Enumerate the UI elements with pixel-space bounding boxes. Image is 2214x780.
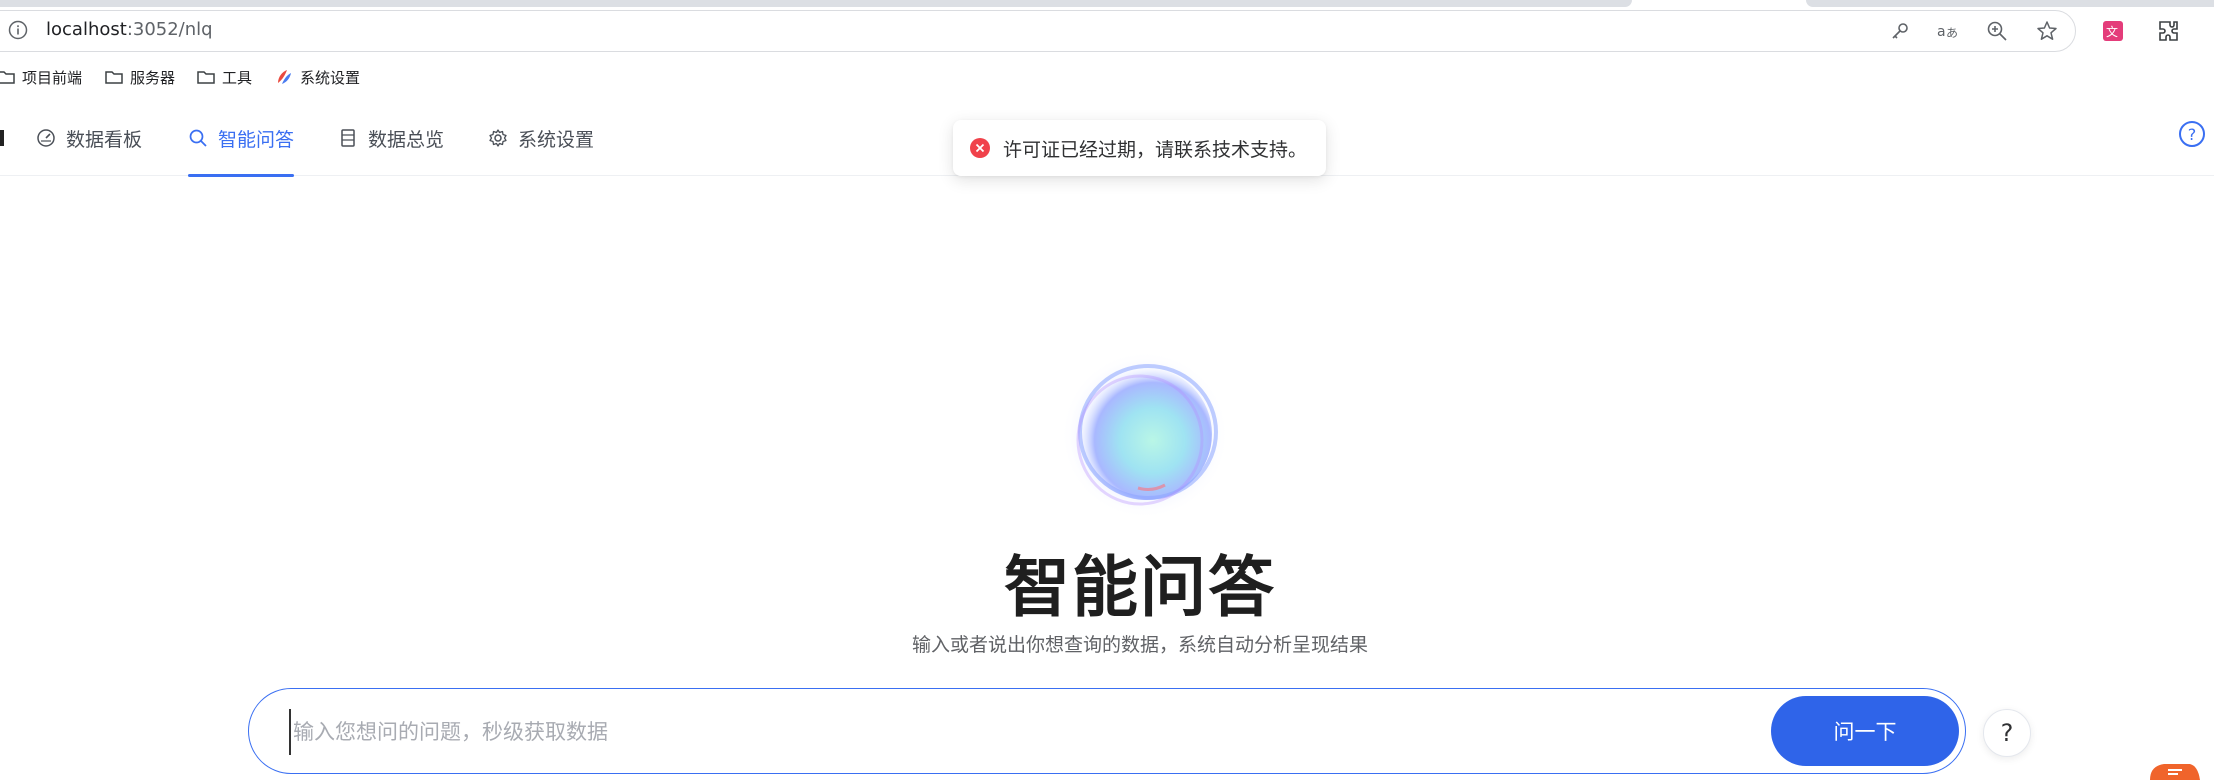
folder-icon — [105, 71, 123, 84]
hero-title: 智能问答 — [1004, 549, 1276, 626]
info-icon[interactable] — [8, 20, 28, 40]
translate-extension-icon[interactable]: 文 — [2101, 19, 2125, 43]
nav-label: 数据看板 — [66, 128, 143, 151]
zoom-icon[interactable] — [1985, 19, 2009, 43]
star-icon[interactable] — [2035, 19, 2059, 43]
svg-text:?: ? — [2188, 125, 2197, 144]
folder-icon — [0, 71, 15, 84]
toast-message: 许可证已经过期，请联系技术支持。 — [1003, 138, 1308, 161]
url-text[interactable]: localhost:3052/nlq — [46, 19, 213, 40]
error-icon — [970, 138, 990, 158]
ai-orb-icon — [1061, 351, 1229, 519]
tab-strip — [0, 0, 2214, 8]
nav-label: 数据总览 — [368, 128, 445, 151]
extensions-icon[interactable] — [2157, 19, 2181, 43]
folder-icon — [197, 71, 215, 84]
app-logo-icon — [278, 70, 291, 84]
bookmark-label: 工具 — [222, 68, 253, 87]
address-bar[interactable] — [0, 10, 2076, 52]
svg-text:a: a — [1937, 24, 1946, 40]
key-icon[interactable] — [1888, 19, 1912, 43]
ask-button[interactable]: 问一下 — [1771, 696, 1959, 766]
help-icon[interactable]: ? — [2178, 120, 2206, 148]
question-input[interactable] — [289, 709, 1709, 755]
gear-icon — [489, 129, 507, 147]
nav-item-data-overview[interactable]: 数据总览 — [338, 100, 444, 176]
active-tab[interactable] — [0, 0, 1632, 7]
url-host: localhost — [46, 19, 127, 40]
browser-window: localhost:3052/nlq a あ 文 项目前端 服务器 工具 系统设… — [0, 0, 2214, 780]
hero-subtitle: 输入或者说出你想查询的数据，系统自动分析呈现结果 — [911, 634, 1368, 656]
bookmark-label: 项目前端 — [22, 68, 83, 87]
search-icon — [189, 129, 207, 147]
bookmark-label: 服务器 — [130, 68, 176, 87]
bookmark-tools[interactable]: 工具 — [196, 62, 252, 92]
inactive-tab[interactable] — [1806, 0, 2214, 7]
nav-item-system-settings[interactable]: 系统设置 — [488, 100, 594, 176]
translate-icon[interactable]: a あ — [1936, 19, 1960, 43]
nav-label: 智能问答 — [218, 128, 295, 151]
help-button[interactable]: ? — [1983, 709, 2031, 757]
floating-widget-icon[interactable] — [2146, 760, 2206, 780]
ask-box: 问一下 — [248, 688, 1966, 774]
error-toast: 许可证已经过期，请联系技术支持。 — [953, 120, 1326, 176]
bookmark-system-settings[interactable]: 系统设置 — [274, 62, 360, 92]
dashboard-icon — [37, 129, 55, 147]
url-path: :3052/nlq — [126, 19, 213, 40]
document-icon — [341, 129, 355, 147]
nav-label: 系统设置 — [518, 128, 595, 151]
bookmark-servers[interactable]: 服务器 — [104, 62, 175, 92]
bookmark-project-frontend[interactable]: 项目前端 — [0, 62, 82, 92]
bookmarks-bar: 项目前端 服务器 工具 系统设置 — [0, 62, 2214, 92]
bookmark-label: 系统设置 — [300, 68, 361, 87]
nav-item-smart-qa[interactable]: 智能问答 — [188, 100, 295, 177]
nav-logo-edge — [0, 130, 4, 146]
svg-text:文: 文 — [2106, 24, 2118, 39]
svg-text:あ: あ — [1946, 26, 1958, 40]
nav-item-dashboard[interactable]: 数据看板 — [36, 100, 142, 176]
